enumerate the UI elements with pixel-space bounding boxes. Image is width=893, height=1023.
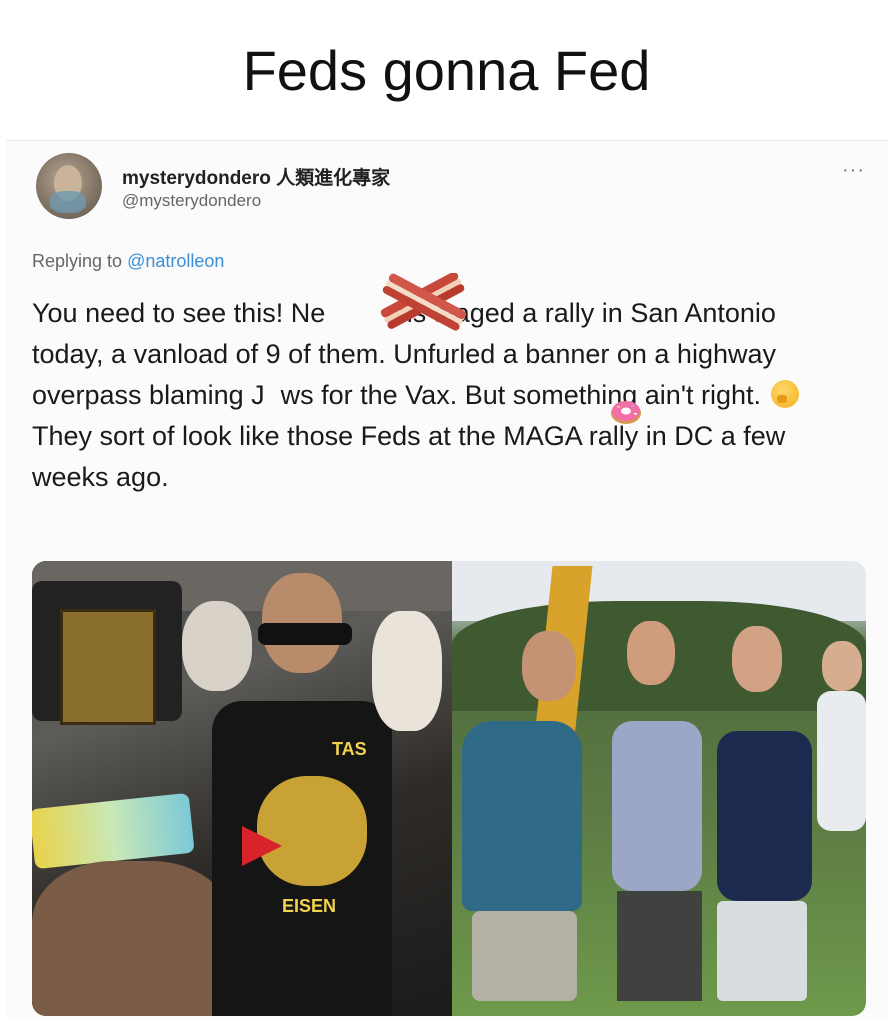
meme-title: Feds gonna Fed (242, 39, 651, 102)
tweet-card: mysterydondero 人類進化專家 @mysterydondero ··… (6, 140, 888, 1019)
display-name[interactable]: mysterydondero 人類進化專家 (122, 163, 390, 190)
more-icon[interactable]: ··· (842, 159, 865, 182)
donut-sticker-icon (611, 401, 641, 424)
tweet-text-part-1: You need to see this! Ne (32, 298, 326, 328)
bacon-sticker-icon (380, 273, 467, 331)
reply-prefix: Replying to (32, 251, 123, 271)
tweet-text-part-3: ws for the Vax. But something ain't righ… (280, 380, 762, 410)
reply-line: Replying to @natrolleon (32, 251, 224, 272)
photo-van-group[interactable]: TAS EISEN (32, 561, 452, 1016)
shirt-text-bottom: EISEN (282, 896, 337, 916)
user-handle[interactable]: @mysterydondero (122, 191, 261, 211)
shirt-text-top: TAS (332, 739, 367, 759)
thinking-face-emoji-icon (771, 380, 800, 408)
avatar[interactable] (36, 153, 102, 219)
tweet-text-part-4: They sort of look like those Feds at the… (32, 421, 786, 492)
reply-mention-link[interactable]: @natrolleon (127, 251, 224, 271)
photo-maga-rally-group[interactable] (452, 561, 866, 1016)
play-arrow-icon (242, 826, 282, 866)
